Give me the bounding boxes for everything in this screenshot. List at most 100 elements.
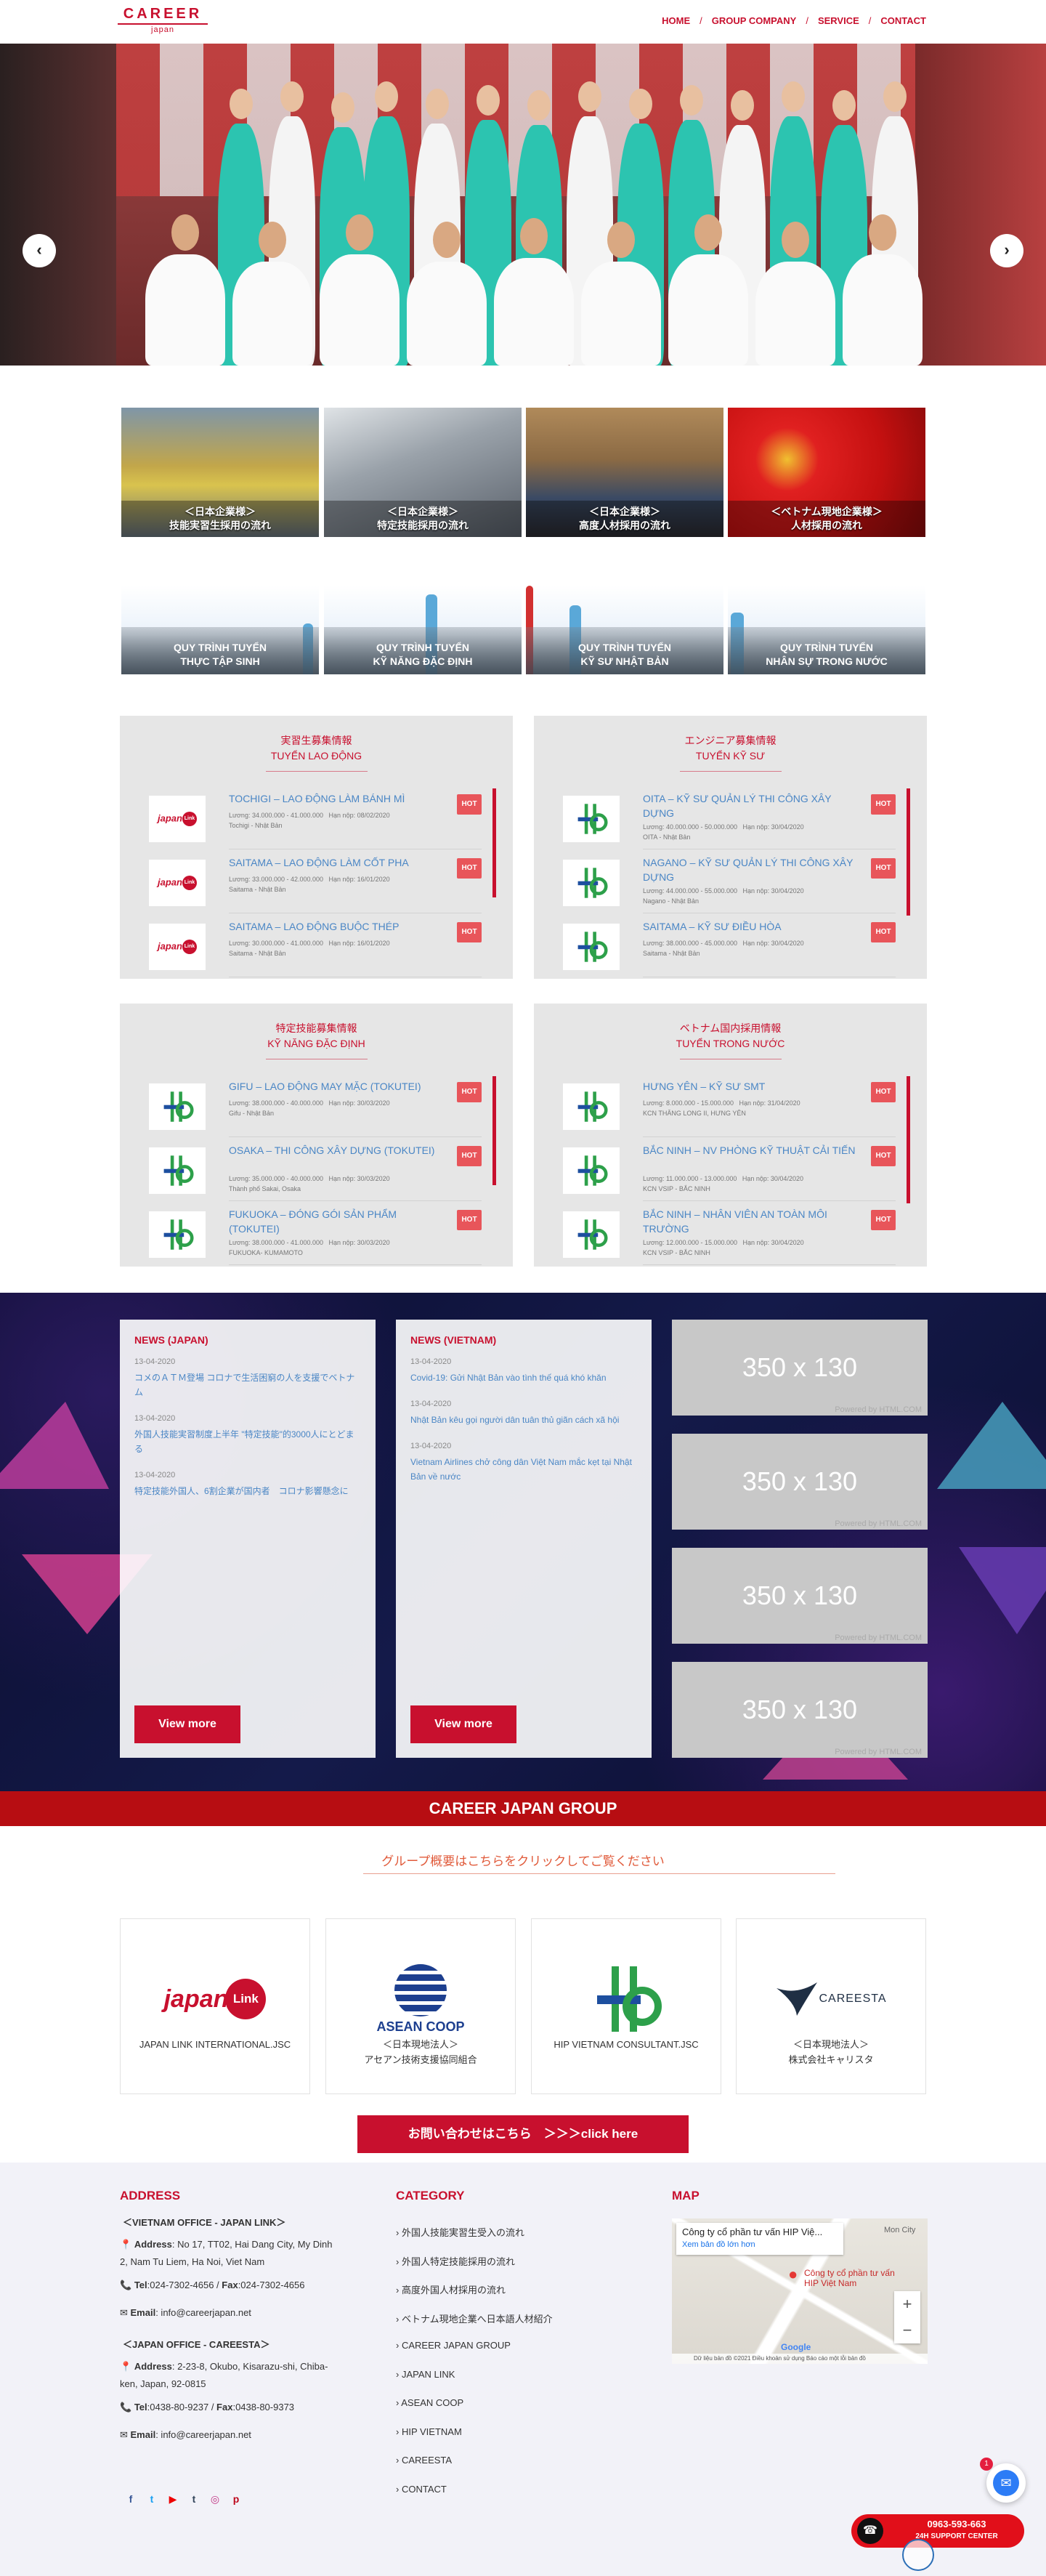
embedded-map[interactable]: Công ty cổ phần tư vấn HIP Việ... Xem bả… (672, 2218, 928, 2364)
quy-trinh-card-engineer[interactable]: QUY TRÌNH TUYỂN KỸ SƯ NHẬT BẢN (526, 586, 723, 674)
job-title-link[interactable]: TOCHIGI – LAO ĐỘNG LÀM BÁNH MÌ (229, 791, 447, 806)
placeholder-credit: Powered by HTML.COM (835, 1405, 922, 1414)
panel-scrollbar[interactable] (492, 1076, 496, 1185)
logo-divider (118, 23, 208, 25)
panel-scrollbar[interactable] (492, 788, 496, 897)
job-title-link[interactable]: GIFU – LAO ĐỘNG MAY MẶC (TOKUTEI) (229, 1079, 447, 1094)
quy-trinh-card-intern[interactable]: QUY TRÌNH TUYỂN THỰC TẬP SINH (121, 586, 319, 674)
job-title-link[interactable]: OITA – KỸ SƯ QUẢN LÝ THI CÔNG XÂY DỰNG (643, 791, 861, 820)
process-card-specified-skill[interactable]: ＜日本企業様＞ 特定技能採用の流れ (324, 408, 522, 537)
panel-scrollbar[interactable] (907, 788, 910, 916)
news-link[interactable]: 特定技能外国人、6割企業が国内者 コロナ影響懸念に (134, 1484, 361, 1498)
group-overview-link[interactable]: グループ概要はこちらをクリックしてご覧ください (0, 1851, 1046, 1869)
quy-trinh-card-domestic[interactable]: QUY TRÌNH TUYỂN NHÂN SỰ TRONG NƯỚC (728, 586, 925, 674)
job-listing[interactable]: OITA – KỸ SƯ QUẢN LÝ THI CÔNG XÂY DỰNG Lư… (563, 788, 896, 849)
job-title-link[interactable]: SAITAMA – LAO ĐỘNG LÀM CỐT PHA (229, 855, 447, 870)
job-listing[interactable]: SAITAMA – KỸ SƯ ĐIỀU HÒA Lương: 38.000.00… (563, 916, 896, 977)
process-card-intern[interactable]: ＜日本企業様＞ 技能実習生採用の流れ (121, 408, 319, 537)
japan-link-logo: japan Link (149, 860, 206, 906)
view-more-button[interactable]: View more (410, 1705, 516, 1743)
process-card-highly-skilled[interactable]: ＜日本企業様＞ 高度人材採用の流れ (526, 408, 723, 537)
map-title: MAP (672, 2189, 700, 2202)
job-title-link[interactable]: SAITAMA – KỸ SƯ ĐIỀU HÒA (643, 919, 861, 934)
zoom-out-button[interactable]: − (894, 2317, 920, 2343)
pinterest-icon[interactable]: p (230, 2493, 242, 2506)
twitter-icon[interactable]: t (146, 2493, 158, 2506)
nav-home[interactable]: HOME (662, 15, 690, 26)
deadline-text: Hạn nộp: 30/03/2020 (328, 1239, 390, 1246)
company-card-careesta[interactable]: CAREESTA ＜日本現地法人＞ 株式会社キャリスタ (736, 1918, 926, 2094)
news-link[interactable]: 外国人技能実習制度上半年 "特定技能"的3000人にとどまる (134, 1427, 361, 1456)
job-listing[interactable]: BẮC NINH – NV PHÒNG KỸ THUẬT CẢI TIẾN Lươ… (563, 1140, 896, 1201)
job-title-link[interactable]: NAGANO – KỸ SƯ QUẢN LÝ THI CÔNG XÂY DỰNG (643, 855, 861, 884)
logo-badge: Link (225, 1979, 267, 2019)
news-link[interactable]: Vietnam Airlines chở công dân Việt Nam m… (410, 1455, 637, 1484)
news-link[interactable]: コメのＡＴＭ登場 コロナで生活困窮の人を支援でベトナム (134, 1370, 361, 1400)
job-title-link[interactable]: SAITAMA – LAO ĐỘNG BUỘC THÉP (229, 919, 447, 934)
scroll-top-button[interactable] (902, 2539, 934, 2571)
panel-scrollbar[interactable] (907, 1076, 910, 1203)
site-logo[interactable]: CAREER japan (118, 6, 208, 38)
job-listing[interactable]: GIFU – LAO ĐỘNG MAY MẶC (TOKUTEI) Lương: … (149, 1076, 482, 1137)
company-card-japan-link[interactable]: japan Link JAPAN LINK INTERNATIONAL.JSC (120, 1918, 310, 2094)
category-link[interactable]: › CAREER JAPAN GROUP (396, 2340, 511, 2351)
email-value[interactable]: : info@careerjapan.net (155, 2307, 251, 2318)
job-listing[interactable]: japan Link TOCHIGI – LAO ĐỘNG LÀM BÁNH MÌ L… (149, 788, 482, 849)
job-listing[interactable]: FUKUOKA – ĐÓNG GÓI SẢN PHẨM (TOKUTEI) Lươ… (149, 1204, 482, 1265)
category-link[interactable]: › 高度外国人材採用の流れ (396, 2282, 506, 2296)
quy-trinh-card-specified-skill[interactable]: QUY TRÌNH TUYỂN KỸ NĂNG ĐẶC ĐỊNH (324, 586, 522, 674)
news-item: 13-04-2020 Covid-19: Gửi Nhật Bản vào tì… (410, 1357, 637, 1385)
company-card-asean-coop[interactable]: ASEAN COOP ＜日本現地法人＞ アセアン技術支援協同組合 (325, 1918, 516, 2094)
job-listing[interactable]: BẮC NINH – NHÂN VIÊN AN TOÀN MÔI TRƯỜNG L… (563, 1204, 896, 1265)
category-link[interactable]: › ベトナム現地企業へ日本語人材紹介 (396, 2311, 553, 2325)
instagram-icon[interactable]: ◎ (209, 2493, 221, 2506)
banner-placeholder[interactable]: 350 x 130 Powered by HTML.COM (672, 1662, 928, 1758)
nav-contact[interactable]: CONTACT (880, 15, 926, 26)
view-more-button[interactable]: View more (134, 1705, 240, 1743)
news-link[interactable]: Covid-19: Gửi Nhật Bản vào tình thế quá … (410, 1370, 637, 1385)
map-pin-icon[interactable]: ● (788, 2265, 798, 2284)
slider-prev-button[interactable]: ‹ (23, 234, 56, 267)
map-larger-link[interactable]: Xem bản đồ lớn hơn (682, 2240, 838, 2249)
messenger-button[interactable]: ✉ (986, 2463, 1026, 2503)
job-title-link[interactable]: FUKUOKA – ĐÓNG GÓI SẢN PHẨM (TOKUTEI) (229, 1207, 447, 1236)
email-value[interactable]: : info@careerjapan.net (155, 2429, 251, 2440)
contact-button[interactable]: お問い合わせはこちら ＞＞＞click here (357, 2115, 689, 2153)
job-title-link[interactable]: HƯNG YÊN – KỸ SƯ SMT (643, 1079, 861, 1094)
logo-badge: Link (182, 876, 197, 890)
email-label: Email (130, 2307, 156, 2318)
slider-next-button[interactable]: › (990, 234, 1023, 267)
job-title-link[interactable]: OSAKA – THI CÔNG XÂY DỰNG (TOKUTEI) (229, 1143, 447, 1158)
job-listing[interactable]: HƯNG YÊN – KỸ SƯ SMT Lương: 8.000.000 - 1… (563, 1076, 896, 1137)
category-link[interactable]: › ASEAN COOP (396, 2397, 463, 2408)
job-title-link[interactable]: BẮC NINH – NV PHÒNG KỸ THUẬT CẢI TIẾN (643, 1143, 861, 1158)
job-listing[interactable]: japan Link SAITAMA – LAO ĐỘNG BUỘC THÉP Lươ… (149, 916, 482, 977)
news-item: 13-04-2020 Nhật Bản kêu gọi người dân tu… (410, 1400, 637, 1427)
banner-placeholder[interactable]: 350 x 130 Powered by HTML.COM (672, 1320, 928, 1416)
job-panel: ベトナム国内採用情報 TUYỂN TRONG NƯỚC HƯNG YÊN – KỸ … (534, 1004, 927, 1267)
job-listing[interactable]: OSAKA – THI CÔNG XÂY DỰNG (TOKUTEI) Lương… (149, 1140, 482, 1201)
job-title-link[interactable]: BẮC NINH – NHÂN VIÊN AN TOÀN MÔI TRƯỜNG (643, 1207, 861, 1236)
banner-placeholder[interactable]: 350 x 130 Powered by HTML.COM (672, 1434, 928, 1530)
category-link[interactable]: › JAPAN LINK (396, 2369, 455, 2380)
process-card-vietnam[interactable]: ＜ベトナム現地企業様＞ 人材採用の流れ (728, 408, 925, 537)
job-panel-title: ベトナム国内採用情報 TUYỂN TRONG NƯỚC (534, 1021, 927, 1051)
tumblr-icon[interactable]: t (188, 2493, 200, 2506)
youtube-icon[interactable]: ▶ (167, 2493, 179, 2506)
job-listing[interactable]: NAGANO – KỸ SƯ QUẢN LÝ THI CÔNG XÂY DỰNG… (563, 852, 896, 913)
nav-service[interactable]: SERVICE (818, 15, 859, 26)
banner-placeholder[interactable]: 350 x 130 Powered by HTML.COM (672, 1548, 928, 1644)
group-title-bar: CAREER JAPAN GROUP (0, 1791, 1046, 1826)
company-card-hip-vietnam[interactable]: HIP VIETNAM CONSULTANT.JSC (531, 1918, 721, 2094)
hotline-widget[interactable]: ☎ 0963-593-663 24H SUPPORT CENTER (851, 2514, 1024, 2548)
category-link[interactable]: › CONTACT (396, 2484, 447, 2495)
job-listing[interactable]: japan Link SAITAMA – LAO ĐỘNG LÀM CỐT PHA L… (149, 852, 482, 913)
facebook-icon[interactable]: f (125, 2493, 137, 2506)
nav-group-company[interactable]: GROUP COMPANY (712, 15, 797, 26)
zoom-in-button[interactable]: + (894, 2291, 920, 2317)
category-link[interactable]: › 外国人技能実習生受入の流れ (396, 2225, 524, 2239)
category-link[interactable]: › CAREESTA (396, 2455, 452, 2466)
category-link[interactable]: › 外国人特定技能採用の流れ (396, 2254, 515, 2268)
news-link[interactable]: Nhật Bản kêu gọi người dân tuân thủ giãn… (410, 1413, 637, 1427)
category-link[interactable]: › HIP VIETNAM (396, 2426, 462, 2437)
